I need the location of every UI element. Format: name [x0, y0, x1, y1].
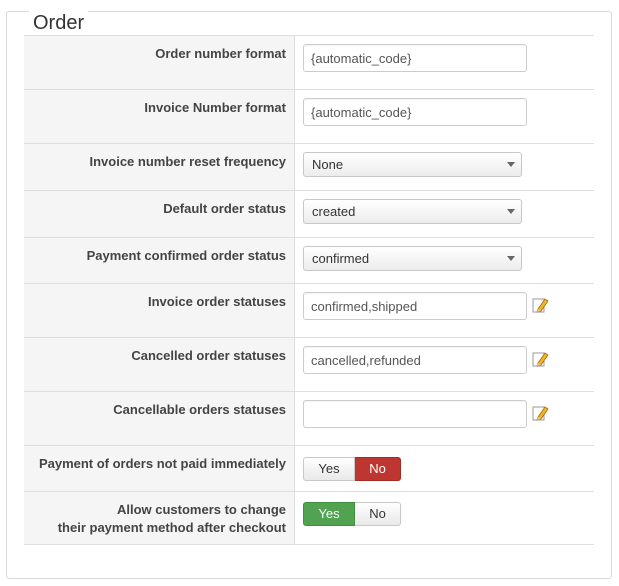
- allow-change-payment-label-line1: Allow customers to change: [116, 502, 286, 517]
- invoice-reset-frequency-label: Invoice number reset frequency: [24, 144, 295, 190]
- allow-change-payment-toggle: Yes No: [303, 502, 401, 526]
- default-order-status-label: Default order status: [24, 191, 295, 237]
- default-order-status-value: created: [312, 204, 356, 219]
- edit-pencil-icon[interactable]: [531, 296, 549, 314]
- invoice-order-statuses-label: Invoice order statuses: [24, 284, 295, 337]
- row-invoice-reset-frequency: Invoice number reset frequency None: [24, 144, 594, 191]
- payment-confirmed-status-value: confirmed: [312, 251, 370, 266]
- payment-not-paid-label: Payment of orders not paid immediately: [24, 446, 295, 491]
- row-cancellable-orders-statuses: Cancellable orders statuses: [24, 392, 594, 446]
- allow-change-payment-no-button[interactable]: No: [355, 502, 401, 526]
- chevron-down-icon: [507, 162, 515, 167]
- invoice-order-statuses-input[interactable]: [303, 292, 527, 320]
- payment-not-paid-yes-button[interactable]: Yes: [303, 457, 355, 481]
- chevron-down-icon: [507, 256, 515, 261]
- chevron-down-icon: [507, 209, 515, 214]
- payment-not-paid-toggle: Yes No: [303, 457, 401, 481]
- row-default-order-status: Default order status created: [24, 191, 594, 238]
- row-cancelled-order-statuses: Cancelled order statuses: [24, 338, 594, 392]
- row-invoice-number-format: Invoice Number format: [24, 90, 594, 144]
- row-allow-change-payment: Allow customers to change their payment …: [24, 492, 594, 545]
- order-number-format-input[interactable]: [303, 44, 527, 72]
- invoice-number-format-input[interactable]: [303, 98, 527, 126]
- cancelled-order-statuses-label: Cancelled order statuses: [24, 338, 295, 391]
- invoice-reset-frequency-select[interactable]: None: [303, 152, 522, 177]
- row-order-number-format: Order number format: [24, 36, 594, 90]
- cancellable-orders-statuses-input[interactable]: [303, 400, 527, 428]
- edit-pencil-icon[interactable]: [531, 350, 549, 368]
- cancelled-order-statuses-input[interactable]: [303, 346, 527, 374]
- payment-not-paid-no-button[interactable]: No: [355, 457, 401, 481]
- allow-change-payment-label: Allow customers to change their payment …: [24, 492, 295, 544]
- default-order-status-select[interactable]: created: [303, 199, 522, 224]
- invoice-reset-frequency-value: None: [312, 157, 344, 172]
- allow-change-payment-label-line2: their payment method after checkout: [57, 520, 286, 535]
- allow-change-payment-yes-button[interactable]: Yes: [303, 502, 355, 526]
- order-settings-table: Order number format Invoice Number forma…: [24, 35, 594, 545]
- row-invoice-order-statuses: Invoice order statuses: [24, 284, 594, 338]
- row-payment-not-paid: Payment of orders not paid immediately Y…: [24, 446, 594, 492]
- payment-confirmed-status-label: Payment confirmed order status: [24, 238, 295, 283]
- cancellable-orders-statuses-label: Cancellable orders statuses: [24, 392, 295, 445]
- order-number-format-label: Order number format: [24, 36, 295, 89]
- invoice-number-format-label: Invoice Number format: [24, 90, 295, 143]
- edit-pencil-icon[interactable]: [531, 404, 549, 422]
- row-payment-confirmed-status: Payment confirmed order status confirmed: [24, 238, 594, 284]
- section-title: Order: [29, 10, 89, 36]
- payment-confirmed-status-select[interactable]: confirmed: [303, 246, 522, 271]
